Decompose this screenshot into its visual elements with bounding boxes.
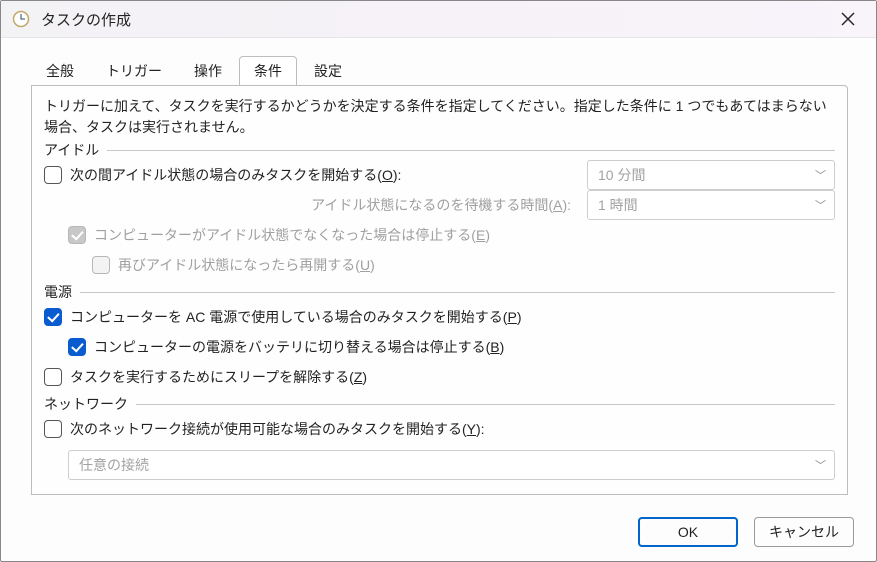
row-power-wake: タスクを実行するためにスリープを解除する(Z) xyxy=(44,362,835,392)
checkbox-idle-stop[interactable]: コンピューターがアイドル状態でなくなった場合は停止する(E) xyxy=(68,225,490,245)
checkbox-idle-start[interactable]: 次の間アイドル状態の場合のみタスクを開始する(O): xyxy=(44,165,401,185)
combo-idle-duration-value: 10 分間 xyxy=(598,165,645,185)
dialog-body: 全般 トリガー 操作 条件 設定 トリガーに加えて、タスクを実行するかどうかを決… xyxy=(1,38,876,507)
tab-conditions[interactable]: 条件 xyxy=(239,56,297,85)
row-power-ac: コンピューターを AC 電源で使用している場合のみタスクを開始する(P) xyxy=(44,302,835,332)
checkbox-idle-start-label: 次の間アイドル状態の場合のみタスクを開始する(O): xyxy=(70,165,401,185)
row-network-start: 次のネットワーク接続が使用可能な場合のみタスクを開始する(Y): xyxy=(44,414,835,444)
row-idle-stop: コンピューターがアイドル状態でなくなった場合は停止する(E) xyxy=(44,220,835,250)
combo-network-value: 任意の接続 xyxy=(79,455,149,475)
chevron-down-icon: ﹀ xyxy=(815,457,826,473)
combo-idle-wait[interactable]: 1 時間 ﹀ xyxy=(587,190,835,220)
ok-button[interactable]: OK xyxy=(638,517,738,547)
chevron-down-icon: ﹀ xyxy=(815,197,826,213)
tab-general[interactable]: 全般 xyxy=(31,56,89,85)
checkbox-power-ac[interactable]: コンピューターを AC 電源で使用している場合のみタスクを開始する(P) xyxy=(44,307,521,327)
titlebar: タスクの作成 xyxy=(1,1,876,38)
checkbox-idle-restart[interactable]: 再びアイドル状態になったら再開する(U) xyxy=(92,255,375,275)
tab-actions[interactable]: 操作 xyxy=(179,56,237,85)
clock-icon xyxy=(11,9,31,29)
row-idle-restart: 再びアイドル状態になったら再開する(U) xyxy=(44,250,835,280)
combo-idle-duration[interactable]: 10 分間 ﹀ xyxy=(587,160,835,190)
close-button[interactable] xyxy=(826,4,870,34)
checkbox-power-battery-label: コンピューターの電源をバッテリに切り替える場合は停止する(B) xyxy=(94,337,504,357)
combo-network[interactable]: 任意の接続 ﹀ xyxy=(68,450,835,480)
close-icon xyxy=(841,12,855,26)
group-network-header: ネットワーク xyxy=(44,394,835,414)
row-idle-wait: アイドル状態になるのを待機する時間(A): 1 時間 ﹀ xyxy=(44,190,835,220)
checkbox-power-wake[interactable]: タスクを実行するためにスリープを解除する(Z) xyxy=(44,367,367,387)
checkbox-power-wake-label: タスクを実行するためにスリープを解除する(Z) xyxy=(70,367,367,387)
dialog-window: タスクの作成 全般 トリガー 操作 条件 設定 トリガーに加えて、タスクを実行す… xyxy=(0,0,877,562)
window-title: タスクの作成 xyxy=(41,9,131,30)
group-power-label: 電源 xyxy=(44,282,72,302)
group-network-label: ネットワーク xyxy=(44,394,128,414)
tab-conditions-panel: トリガーに加えて、タスクを実行するかどうかを決定する条件を指定してください。指定… xyxy=(31,85,848,495)
checkbox-network-start[interactable]: 次のネットワーク接続が使用可能な場合のみタスクを開始する(Y): xyxy=(44,419,485,439)
combo-idle-wait-value: 1 時間 xyxy=(598,195,638,215)
dialog-footer: OK キャンセル xyxy=(1,507,876,561)
tab-strip: 全般 トリガー 操作 条件 設定 xyxy=(31,56,848,86)
checkbox-power-battery[interactable]: コンピューターの電源をバッテリに切り替える場合は停止する(B) xyxy=(68,337,504,357)
checkbox-idle-stop-label: コンピューターがアイドル状態でなくなった場合は停止する(E) xyxy=(94,225,490,245)
checkbox-power-ac-label: コンピューターを AC 電源で使用している場合のみタスクを開始する(P) xyxy=(70,307,521,327)
tab-settings[interactable]: 設定 xyxy=(299,56,357,85)
group-idle-header: アイドル xyxy=(44,140,835,160)
group-idle-label: アイドル xyxy=(44,140,99,160)
cancel-button[interactable]: キャンセル xyxy=(754,517,854,547)
checkbox-network-start-label: 次のネットワーク接続が使用可能な場合のみタスクを開始する(Y): xyxy=(70,419,485,439)
group-power-header: 電源 xyxy=(44,282,835,302)
row-idle-start: 次の間アイドル状態の場合のみタスクを開始する(O): 10 分間 ﹀ xyxy=(44,160,835,190)
conditions-description: トリガーに加えて、タスクを実行するかどうかを決定する条件を指定してください。指定… xyxy=(44,96,835,138)
checkbox-idle-restart-label: 再びアイドル状態になったら再開する(U) xyxy=(118,255,375,275)
row-power-battery: コンピューターの電源をバッテリに切り替える場合は停止する(B) xyxy=(44,332,835,362)
label-idle-wait: アイドル状態になるのを待機する時間(A): xyxy=(311,197,571,213)
tab-triggers[interactable]: トリガー xyxy=(91,56,177,85)
chevron-down-icon: ﹀ xyxy=(815,167,826,183)
row-network-combo: 任意の接続 ﹀ xyxy=(44,450,835,480)
